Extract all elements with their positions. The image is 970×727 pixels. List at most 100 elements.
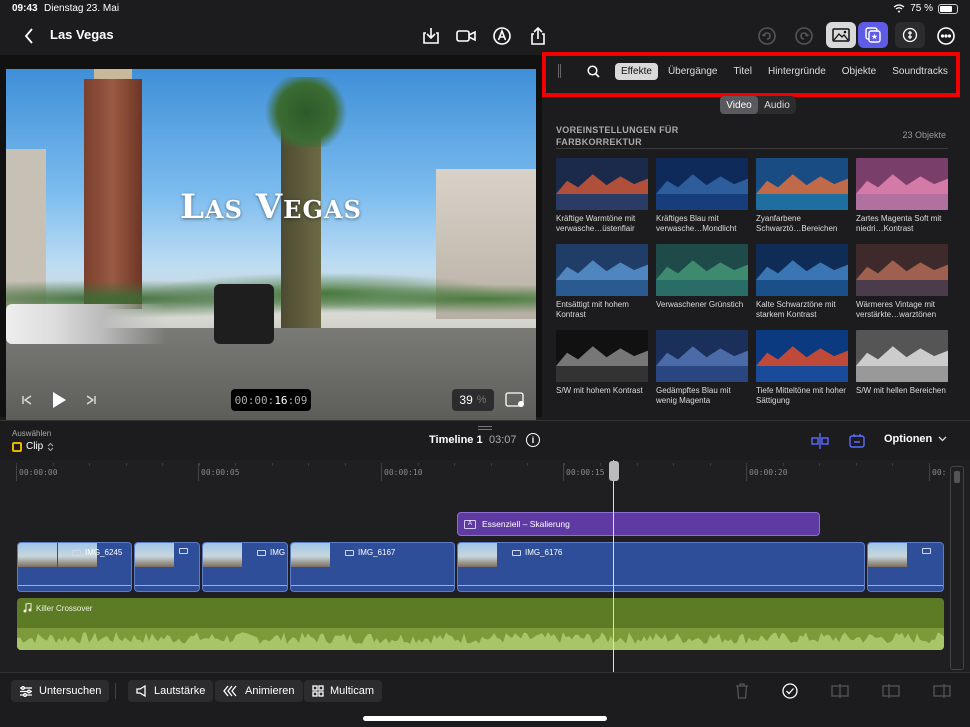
video-clip[interactable] xyxy=(867,542,944,592)
category-effects[interactable]: Effekte xyxy=(615,62,658,80)
redo-icon xyxy=(795,27,813,45)
preset-label: Tiefe Mitteltöne mit hoher Sättigung xyxy=(756,386,846,405)
top-toolbar: Las Vegas xyxy=(0,18,970,54)
preset-item[interactable]: Kräftige Warmtöne mit verwasche…üstenfla… xyxy=(556,158,648,234)
status-time: 09:43 xyxy=(12,3,38,14)
tab-audio[interactable]: Audio xyxy=(758,96,796,114)
preset-thumbnail xyxy=(856,330,948,382)
trim-end-button[interactable] xyxy=(932,681,952,701)
playhead-handle[interactable] xyxy=(609,461,619,481)
detach-button[interactable] xyxy=(846,431,868,451)
preset-item[interactable]: Tiefe Mitteltöne mit hoher Sättigung xyxy=(756,330,848,406)
status-date: Dienstag 23. Mai xyxy=(44,3,120,14)
redo-button[interactable] xyxy=(792,24,816,48)
skip-back-button[interactable] xyxy=(15,388,39,412)
camera-button[interactable] xyxy=(454,24,478,48)
split-icon xyxy=(811,433,829,449)
timeline-duration: 03:07 xyxy=(489,434,517,446)
options-button[interactable]: Optionen xyxy=(884,433,947,445)
video-clip[interactable]: IMG_6176 xyxy=(457,542,865,592)
browser-search-button[interactable] xyxy=(585,63,601,79)
preset-item[interactable]: Entsättigt mit hohem Kontrast xyxy=(556,244,648,320)
detach-icon xyxy=(849,434,865,448)
inspector-button[interactable] xyxy=(895,22,925,48)
audio-clip[interactable]: Killer Crossover xyxy=(17,598,944,650)
trim-start-button[interactable] xyxy=(881,681,901,701)
video-clip[interactable] xyxy=(134,542,200,592)
video-title-overlay: Las Vegas xyxy=(180,187,362,227)
trim-end-icon xyxy=(933,684,951,698)
video-clip[interactable]: IMG_6167 xyxy=(290,542,455,592)
volume-button[interactable]: Lautstärke xyxy=(128,680,214,702)
viewer-controls: 00:00: 16:09 39 % xyxy=(0,382,542,418)
preset-item[interactable]: Gedämpftes Blau mit wenig Magenta xyxy=(656,330,748,406)
project-title: Las Vegas xyxy=(50,27,114,42)
preset-label: Zartes Magenta Soft mit niedri…Kontrast xyxy=(856,214,942,233)
viewer-zoom[interactable]: 39 % xyxy=(452,389,494,411)
media-type-segment: Video Audio xyxy=(720,96,796,114)
import-button[interactable] xyxy=(419,24,443,48)
preset-item[interactable]: S/W mit hohem Kontrast xyxy=(556,330,648,396)
timeline-zoom-scroller[interactable] xyxy=(950,466,964,670)
category-transitions[interactable]: Übergänge xyxy=(662,63,723,80)
more-button[interactable] xyxy=(934,24,958,48)
preset-label: S/W mit hohem Kontrast xyxy=(556,386,643,395)
chevron-down-icon xyxy=(938,436,947,442)
select-mode-picker[interactable]: Clip xyxy=(12,441,54,452)
camera-icon xyxy=(456,30,476,42)
category-soundtracks[interactable]: Soundtracks xyxy=(886,63,954,80)
preset-thumbnail xyxy=(756,244,848,296)
undo-icon xyxy=(758,27,776,45)
skip-forward-button[interactable] xyxy=(79,388,103,412)
preset-item[interactable]: Wärmeres Vintage mit verstärkte…warztöne… xyxy=(856,244,948,320)
voiceover-button[interactable] xyxy=(490,24,514,48)
browser-icon xyxy=(865,27,881,43)
fullscreen-icon xyxy=(505,392,524,407)
video-clip-icon xyxy=(257,549,266,556)
photos-button[interactable] xyxy=(826,22,856,48)
home-indicator[interactable] xyxy=(363,716,607,721)
skip-back-icon xyxy=(22,395,32,405)
preset-item[interactable]: Zartes Magenta Soft mit niedri…Kontrast xyxy=(856,158,948,234)
preset-item[interactable]: Kalte Schwarztöne mit starkem Kontrast xyxy=(756,244,848,320)
split-clip-button[interactable] xyxy=(830,681,850,701)
battery-icon xyxy=(938,3,958,14)
multicam-button[interactable]: Multicam xyxy=(304,680,383,702)
category-objects[interactable]: Objekte xyxy=(836,63,882,80)
resize-handle-icon[interactable] xyxy=(478,426,492,430)
back-button[interactable] xyxy=(18,25,40,47)
play-button[interactable] xyxy=(47,388,71,412)
back-icon xyxy=(24,28,33,44)
share-button[interactable] xyxy=(526,24,550,48)
preset-thumbnail xyxy=(656,330,748,382)
preset-item[interactable]: S/W mit hellen Bereichen xyxy=(856,330,948,396)
drag-handle-icon[interactable] xyxy=(558,64,561,78)
wifi-icon xyxy=(893,4,905,13)
info-button[interactable]: i xyxy=(526,433,540,447)
status-right: 75 % xyxy=(893,3,958,14)
preset-item[interactable]: Kräftiges Blau mit verwasche…Mondlicht xyxy=(656,158,748,234)
preset-item[interactable]: Zyanfarbene Schwarztö…Bereichen xyxy=(756,158,848,234)
video-clip[interactable]: IMG xyxy=(202,542,288,592)
video-clip[interactable]: IMG_6245 xyxy=(17,542,132,592)
preset-thumbnail xyxy=(556,158,648,210)
time-ruler[interactable]: 00:00:00 00:00:05 00:00:10 00:00:15 00:0… xyxy=(0,460,946,484)
delete-button[interactable] xyxy=(732,681,752,701)
split-clip-icon xyxy=(831,684,849,698)
video-preview[interactable]: Las Vegas xyxy=(6,69,536,423)
category-backgrounds[interactable]: Hintergründe xyxy=(762,63,832,80)
animate-button[interactable]: Animieren xyxy=(215,680,303,702)
preset-thumbnail xyxy=(656,158,748,210)
playhead[interactable] xyxy=(613,460,614,672)
fullscreen-button[interactable] xyxy=(503,388,527,412)
preset-item[interactable]: Verwaschener Grünstich xyxy=(656,244,748,310)
category-titles[interactable]: Titel xyxy=(727,63,758,80)
tab-video[interactable]: Video xyxy=(720,96,758,114)
undo-button[interactable] xyxy=(755,24,779,48)
split-button[interactable] xyxy=(809,431,831,451)
title-clip[interactable]: A Essenziell – Skalierung xyxy=(457,512,820,536)
inspect-button[interactable]: Untersuchen xyxy=(11,680,110,702)
content-browser-button[interactable] xyxy=(858,22,888,48)
skip-forward-icon xyxy=(86,395,96,405)
confirm-button[interactable] xyxy=(780,681,800,701)
